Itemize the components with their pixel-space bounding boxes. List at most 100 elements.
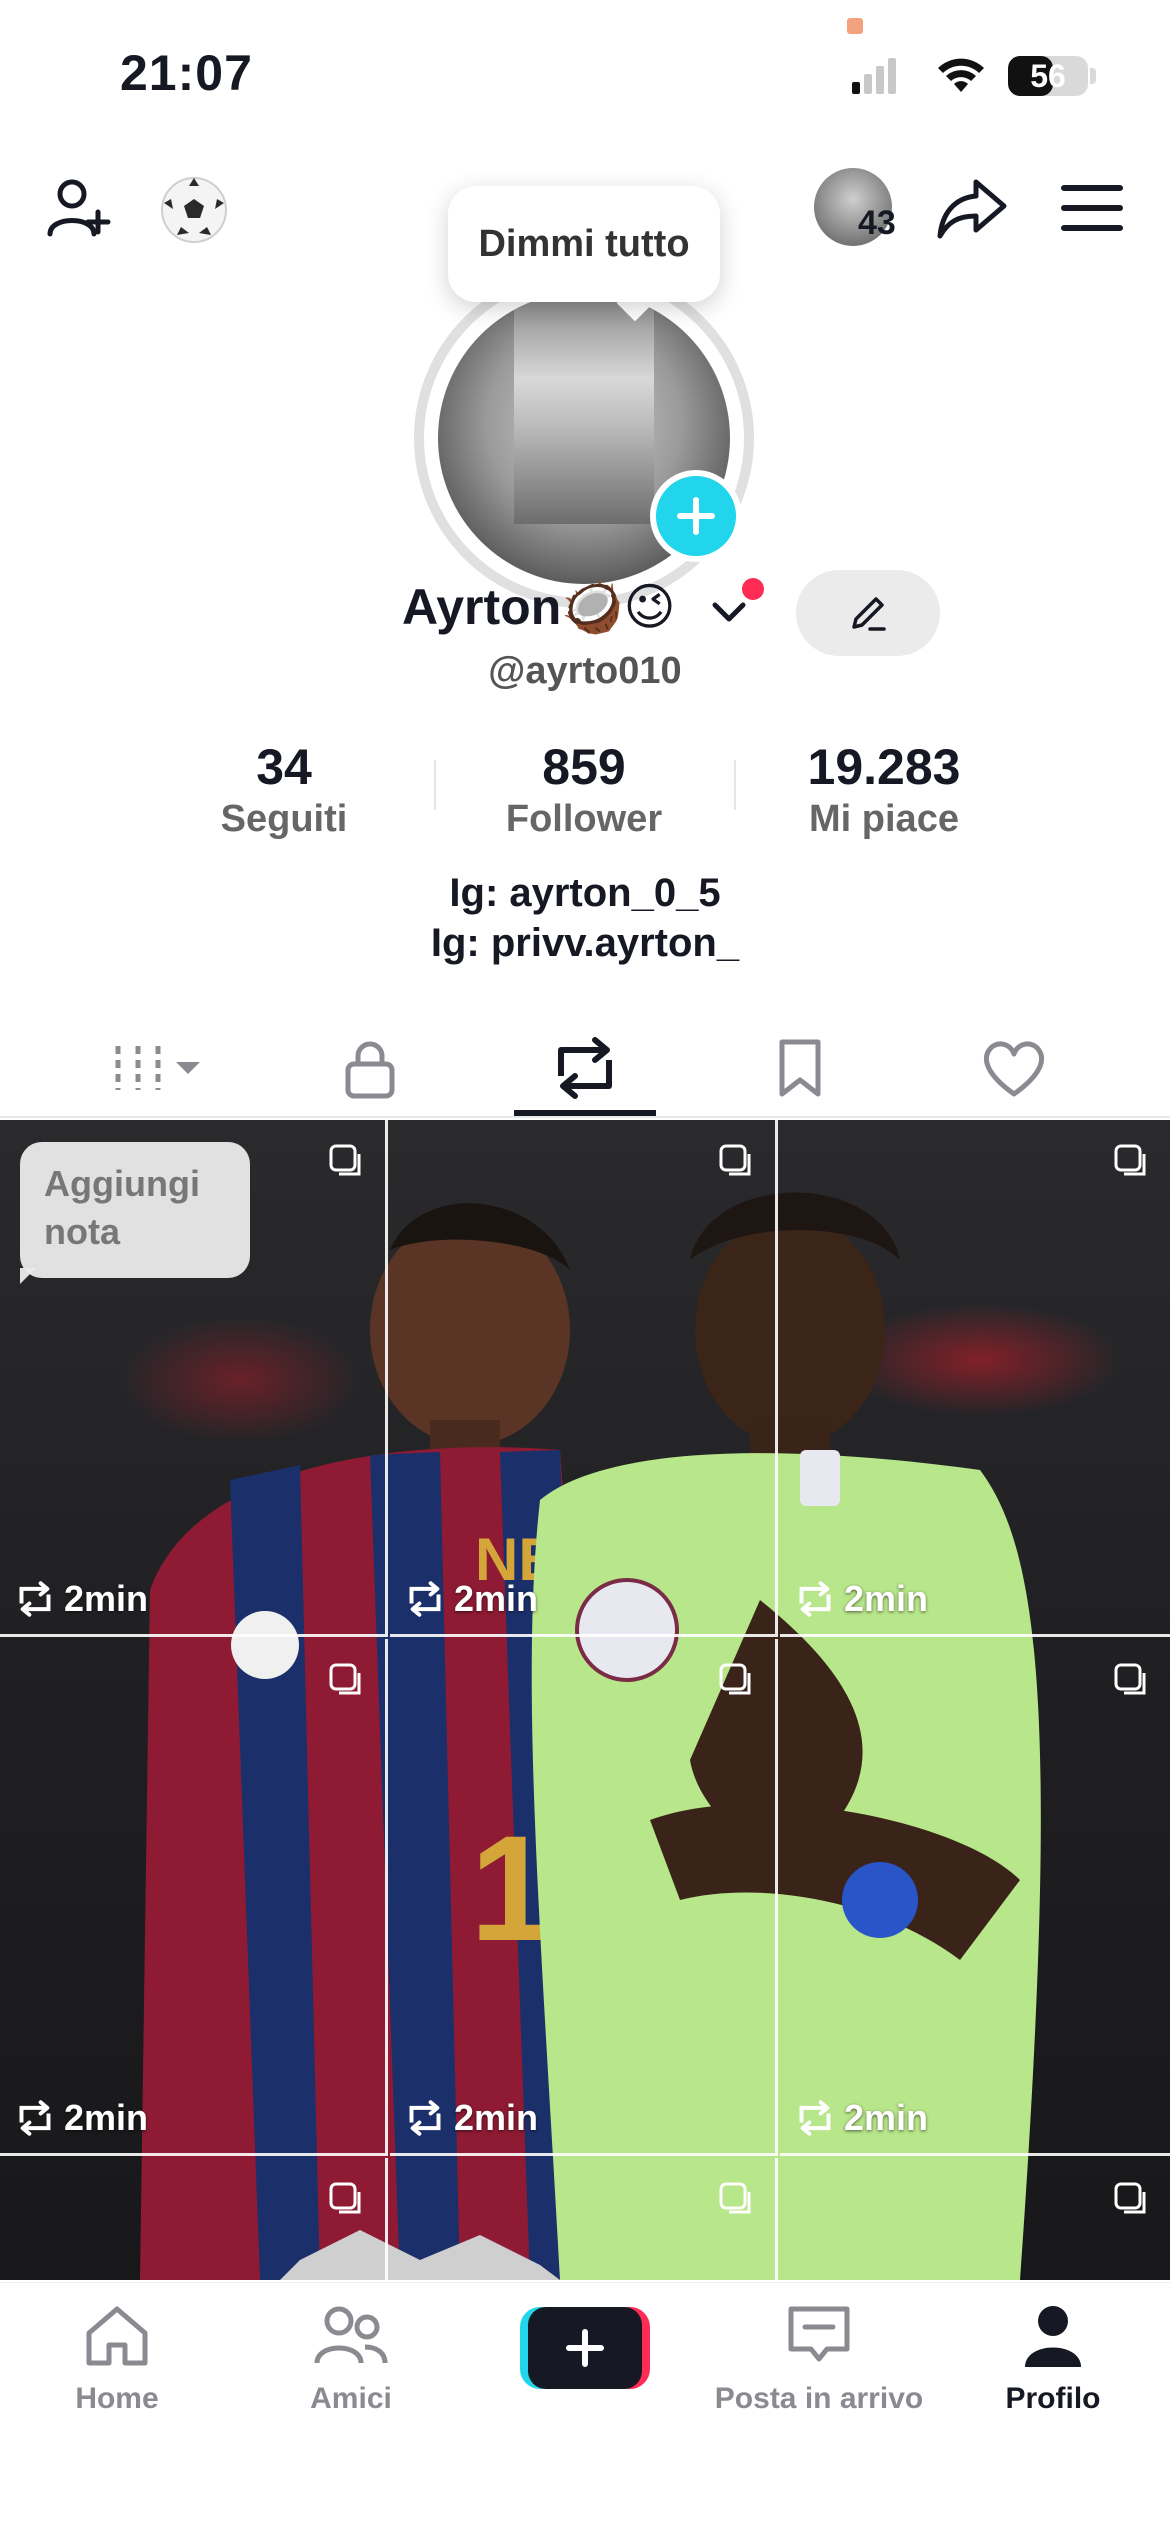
stat-label: Seguiti	[220, 798, 348, 840]
inbox-icon	[788, 2306, 850, 2362]
grid-item[interactable]: 2min	[390, 1120, 778, 1637]
nav-home[interactable]: Home	[0, 2303, 234, 2416]
repost-icon	[409, 2100, 441, 2136]
repost-icon	[19, 2100, 51, 2136]
nav-label: Posta in arrivo	[714, 2382, 924, 2415]
active-tab-indicator	[514, 1110, 656, 1116]
create-button[interactable]	[520, 2307, 650, 2389]
profile-handle: @ayrto010	[488, 650, 682, 692]
repost-time: 2min	[794, 2097, 928, 2139]
multi-photo-icon	[1114, 2182, 1146, 2214]
grid-item[interactable]: 2min	[780, 1639, 1170, 2156]
profile-icon	[1025, 2306, 1081, 2367]
edit-profile-button[interactable]	[796, 570, 940, 656]
signal-icon	[852, 58, 896, 94]
multi-photo-icon	[1114, 1663, 1146, 1695]
grid-filter-icon	[115, 1046, 200, 1090]
repost-icon	[19, 1581, 51, 1617]
create-button-body	[528, 2307, 642, 2389]
repost-icon	[799, 1581, 831, 1617]
plus-icon	[677, 497, 715, 535]
stat-label: Mi piace	[809, 798, 959, 840]
multi-photo-icon	[329, 2182, 361, 2214]
repost-time: 2min	[14, 1578, 148, 1620]
bottom-navigation: Home Amici Posta in arrivo Profilo	[0, 2282, 1170, 2533]
stat-divider	[734, 760, 736, 810]
multi-photo-icon	[719, 2182, 751, 2214]
add-note-bubble[interactable]: Aggiungi nota	[20, 1142, 250, 1278]
tab-favorites[interactable]	[700, 1018, 900, 1118]
time-label: 2min	[844, 1578, 929, 1619]
stat-likes[interactable]: 19.283 Mi piace	[744, 740, 1024, 841]
repost-grid: NE 1 2min 2min 2min 2min 2min 2min	[0, 1120, 1170, 2280]
repost-icon	[558, 1037, 612, 1099]
heart-icon	[983, 1041, 1045, 1097]
stat-following[interactable]: 34 Seguiti	[144, 740, 424, 841]
repost-icon	[799, 2100, 831, 2136]
lock-icon	[345, 1041, 395, 1099]
grid-item[interactable]: 2min	[390, 1639, 778, 2156]
tab-liked[interactable]	[914, 1018, 1114, 1118]
tab-videos-grid[interactable]	[56, 1018, 256, 1118]
multi-photo-icon	[329, 1144, 361, 1176]
multi-photo-icon	[329, 1663, 361, 1695]
multi-photo-icon	[1114, 1144, 1146, 1176]
status-time: 21:07	[120, 45, 253, 101]
home-icon	[86, 2306, 148, 2366]
grid-item[interactable]: 2min	[0, 1639, 388, 2156]
stat-value: 34	[256, 739, 312, 795]
add-friend-button[interactable]	[36, 166, 120, 250]
time-label: 2min	[844, 2097, 929, 2138]
repost-time: 2min	[404, 2097, 538, 2139]
tabs-divider	[0, 1116, 1170, 1118]
multi-photo-icon	[719, 1663, 751, 1695]
tab-private[interactable]	[270, 1018, 470, 1118]
note-tooltip[interactable]: Dimmi tutto	[448, 186, 720, 302]
soccer-ball-button[interactable]	[156, 172, 232, 248]
grid-item[interactable]: 2min	[780, 1120, 1170, 1637]
friends-count: 43	[858, 204, 896, 242]
bio-line: Ig: ayrton_0_5	[449, 871, 721, 915]
time-label: 2min	[64, 2097, 149, 2138]
stat-value: 19.283	[807, 739, 961, 795]
time-label: 2min	[454, 1578, 539, 1619]
wifi-icon	[938, 58, 984, 92]
friends-icon	[314, 2306, 388, 2364]
grid-item[interactable]	[0, 2158, 388, 2280]
repost-time: 2min	[404, 1578, 538, 1620]
notification-dot	[742, 578, 764, 600]
grid-item[interactable]	[390, 2158, 778, 2280]
nav-inbox[interactable]: Posta in arrivo	[702, 2303, 936, 2416]
multi-photo-icon	[719, 1144, 751, 1176]
stat-label: Follower	[505, 798, 663, 840]
repost-time: 2min	[14, 2097, 148, 2139]
nav-label: Amici	[310, 2382, 392, 2415]
nav-friends[interactable]: Amici	[234, 2303, 468, 2416]
add-story-button[interactable]	[650, 470, 742, 562]
create-icon	[566, 2329, 604, 2367]
avatar-photo	[514, 300, 654, 524]
tab-reposts[interactable]	[485, 1018, 685, 1118]
share-icon	[937, 179, 1007, 239]
nav-label: Home	[75, 2382, 159, 2415]
repost-time: 2min	[794, 1578, 928, 1620]
pencil-icon	[852, 597, 886, 631]
share-profile-button[interactable]	[930, 166, 1014, 250]
profile-bio: Ig: ayrton_0_5 Ig: privv.ayrton_	[0, 868, 1170, 968]
add-user-icon	[47, 179, 111, 237]
privacy-indicator	[847, 18, 863, 34]
stat-value: 859	[542, 739, 626, 795]
battery-icon: 56	[1008, 56, 1088, 96]
bio-line: Ig: privv.ayrton_	[430, 921, 740, 965]
note-tail	[20, 1268, 36, 1284]
time-label: 2min	[64, 1578, 149, 1619]
battery-level: 56	[1030, 58, 1066, 94]
hamburger-menu-icon	[1061, 185, 1123, 231]
stat-divider	[434, 760, 436, 810]
grid-item[interactable]	[780, 2158, 1170, 2280]
soccer-ball-icon	[161, 177, 227, 243]
nav-profile[interactable]: Profilo	[936, 2303, 1170, 2416]
stat-followers[interactable]: 859 Follower	[444, 740, 724, 841]
profile-name: Ayrton🥥😉	[402, 579, 676, 635]
menu-button[interactable]	[1052, 166, 1132, 250]
